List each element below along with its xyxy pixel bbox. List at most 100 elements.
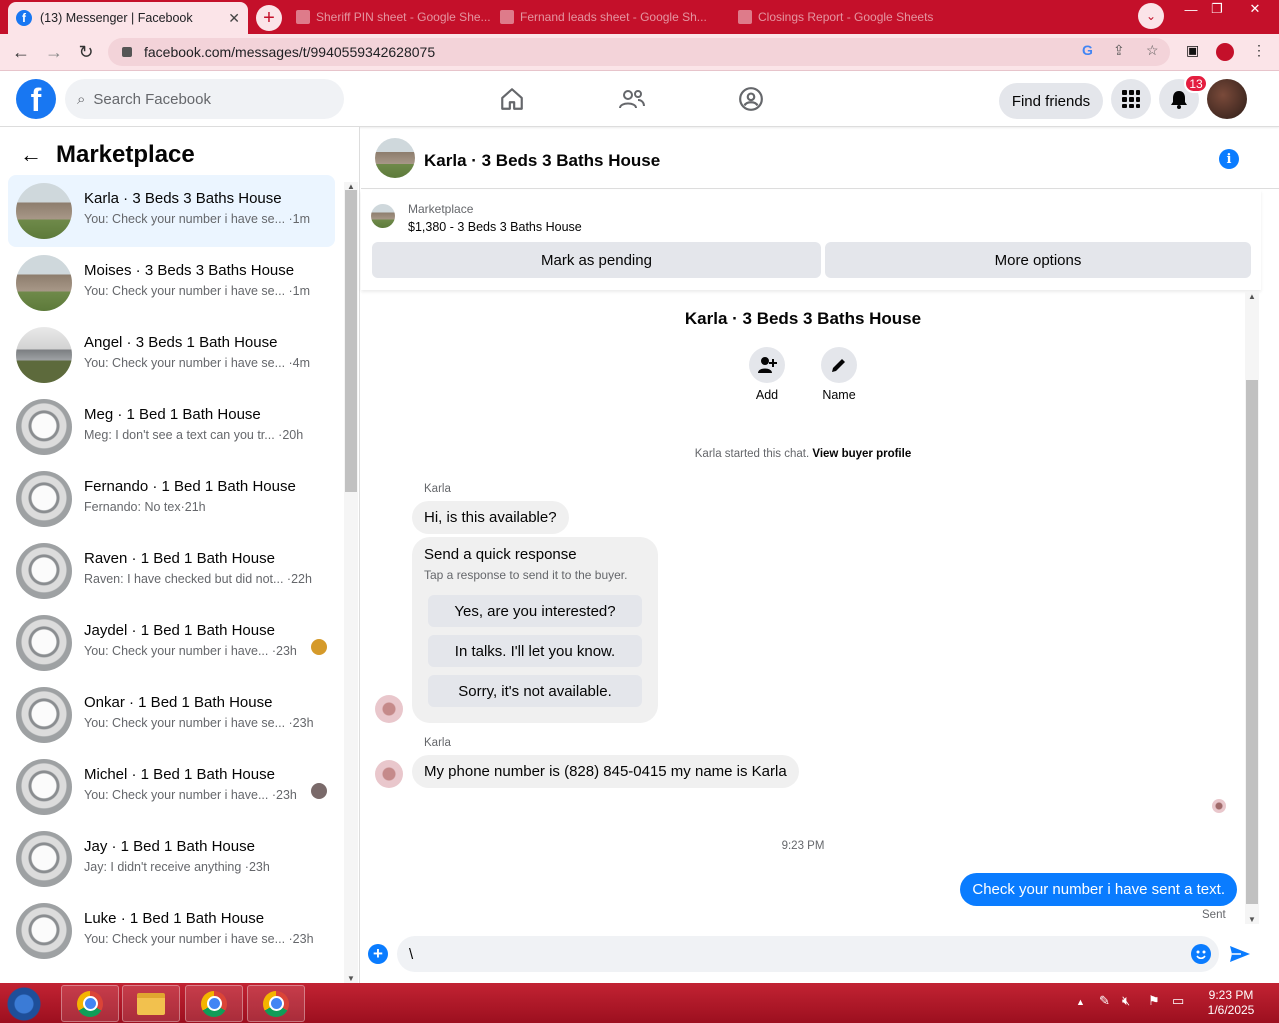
scroll-down-icon[interactable]: ▼ — [347, 974, 355, 983]
sender-name: Karla — [424, 483, 451, 495]
karla-avatar[interactable] — [375, 695, 403, 723]
conversation-name: Michel · 1 Bed 1 Bath House — [84, 766, 275, 783]
listing-price-title[interactable]: $1,380 - 3 Beds 3 Baths House — [408, 220, 582, 234]
close-window-button[interactable]: ✕ — [1238, 0, 1272, 18]
plus-icon[interactable]: + — [368, 944, 388, 964]
incoming-message[interactable]: My phone number is (828) 845-0415 my nam… — [412, 755, 799, 788]
tab-search-icon[interactable]: ⌄ — [1138, 3, 1164, 29]
kebab-menu-icon[interactable]: ⋮ — [1252, 42, 1266, 59]
conversation-thumbnail — [16, 327, 72, 383]
quick-response-subtitle: Tap a response to send it to the buyer. — [424, 568, 628, 582]
side-panel-icon[interactable]: ▣ — [1186, 42, 1199, 59]
taskbar-chrome-profile-app[interactable] — [247, 985, 305, 1022]
add-person-icon[interactable] — [749, 347, 785, 383]
scrollbar-thumb[interactable] — [345, 190, 357, 492]
mark-as-pending-button[interactable]: Mark as pending — [372, 242, 821, 278]
account-avatar[interactable] — [1207, 79, 1247, 119]
conversation-name: Raven · 1 Bed 1 Bath House — [84, 550, 275, 567]
search-icon: ⌕ — [77, 90, 86, 108]
conversation-thumbnail — [16, 759, 72, 815]
taskbar-clock[interactable]: 9:23 PM 1/6/2025 — [1196, 988, 1266, 1018]
taskbar-explorer-app[interactable] — [122, 985, 180, 1022]
quick-response-in-talks-button[interactable]: In talks. I'll let you know. — [428, 635, 642, 667]
taskbar-chrome-app[interactable] — [61, 985, 119, 1022]
conversation-item[interactable]: Angel · 3 Beds 1 Bath House You: Check yo… — [8, 319, 335, 391]
info-icon[interactable]: i — [1219, 149, 1239, 169]
conversation-item[interactable]: Jaydel · 1 Bed 1 Bath House You: Check yo… — [8, 607, 335, 679]
find-friends-button[interactable]: Find friends — [999, 83, 1103, 119]
conversation-title[interactable]: Karla · 3 Beds 3 Baths House — [424, 151, 660, 171]
scrollbar-thumb[interactable] — [1246, 380, 1258, 904]
forward-arrow-icon[interactable]: → — [43, 42, 65, 63]
scroll-up-icon[interactable]: ▲ — [1248, 292, 1256, 301]
conversation-item[interactable]: Karla · 3 Beds 3 Baths House You: Check y… — [8, 175, 335, 247]
scroll-down-icon[interactable]: ▼ — [1248, 915, 1256, 924]
quick-response-title: Send a quick response — [424, 546, 577, 563]
view-buyer-profile-link[interactable]: View buyer profile — [812, 448, 911, 460]
friends-icon[interactable] — [612, 83, 652, 115]
tab-messenger[interactable]: f (13) Messenger | Facebook ✕ — [8, 2, 248, 34]
menu-grid-icon[interactable] — [1111, 79, 1151, 119]
conversation-item[interactable]: Onkar · 1 Bed 1 Bath House You: Check you… — [8, 679, 335, 751]
outgoing-message[interactable]: Check your number i have sent a text. — [960, 873, 1237, 906]
conversation-name: Jaydel · 1 Bed 1 Bath House — [84, 622, 275, 639]
chrome-icon — [77, 990, 103, 1017]
tab-background-2[interactable]: Fernand leads sheet - Google Sh... — [500, 8, 707, 26]
karla-avatar[interactable] — [375, 760, 403, 788]
send-icon[interactable] — [1229, 944, 1251, 969]
chat-scrollbar[interactable]: ▲ ▼ — [1245, 292, 1259, 924]
name-label: Name — [822, 388, 856, 402]
google-icon[interactable]: G — [1082, 42, 1093, 58]
listing-avatar[interactable] — [375, 138, 415, 178]
conversation-item[interactable]: Meg · 1 Bed 1 Bath House Meg: I don't see… — [8, 391, 335, 463]
sidebar-scrollbar[interactable]: ▲ ▼ — [344, 182, 358, 983]
profile-icon[interactable] — [1216, 43, 1234, 61]
quick-response-yes-button[interactable]: Yes, are you interested? — [428, 595, 642, 627]
windows-start-icon[interactable] — [4, 985, 44, 1023]
taskbar-chrome-profile-app[interactable] — [185, 985, 243, 1022]
share-icon[interactable]: ⇪ — [1113, 42, 1125, 59]
conversation-name: Karla · 3 Beds 3 Baths House — [84, 190, 282, 207]
marketplace-listing-panel: Marketplace $1,380 - 3 Beds 3 Baths Hous… — [361, 190, 1261, 290]
conversation-item[interactable]: Jay · 1 Bed 1 Bath House Jay: I didn't re… — [8, 823, 335, 895]
conversation-thumbnail — [16, 615, 72, 671]
url-input[interactable]: facebook.com/messages/t/9940559342628075 — [108, 38, 1170, 66]
back-arrow-icon[interactable]: ← — [20, 142, 42, 168]
conversation-item[interactable]: Raven · 1 Bed 1 Bath House Raven: I have … — [8, 535, 335, 607]
new-tab-button[interactable]: + — [256, 5, 282, 31]
pen-icon[interactable]: ✎ — [1099, 993, 1110, 1009]
flag-icon[interactable]: ⚑ — [1148, 993, 1160, 1009]
conversation-name: Onkar · 1 Bed 1 Bath House — [84, 694, 273, 711]
conversation-item[interactable]: Luke · 1 Bed 1 Bath House You: Check your… — [8, 895, 335, 967]
quick-response-not-available-button[interactable]: Sorry, it's not available. — [428, 675, 642, 707]
volume-muted-icon[interactable]: 🔇︎ — [1122, 993, 1130, 1009]
incoming-message[interactable]: Hi, is this available? — [412, 501, 569, 534]
conversation-snippet: You: Check your number i have se... ·4m — [84, 356, 311, 370]
restore-button[interactable]: ❐ — [1202, 0, 1232, 18]
reload-icon[interactable]: ↻ — [75, 42, 97, 63]
back-arrow-icon[interactable]: ← — [10, 42, 32, 63]
conversation-item[interactable]: Fernando · 1 Bed 1 Bath House Fernando: N… — [8, 463, 335, 535]
listing-thumbnail[interactable] — [371, 204, 395, 228]
emoji-icon[interactable] — [1191, 944, 1211, 964]
message-input[interactable] — [397, 936, 1219, 972]
pencil-icon[interactable] — [821, 347, 857, 383]
conversation-item[interactable]: Michel · 1 Bed 1 Bath House You: Check yo… — [8, 751, 335, 823]
sheets-favicon-icon — [296, 10, 310, 24]
conversation-header: Karla · 3 Beds 3 Baths House i — [361, 127, 1279, 189]
tray-expand-icon[interactable]: ▲ — [1076, 997, 1085, 1007]
tab-close-icon[interactable]: ✕ — [228, 10, 240, 27]
conversation-name: Meg · 1 Bed 1 Bath House — [84, 406, 261, 423]
time-separator: 9:23 PM — [781, 840, 825, 852]
sidebar-title: Marketplace — [56, 141, 195, 168]
bookmark-star-icon[interactable]: ☆ — [1146, 42, 1159, 59]
conversation-item[interactable]: Moises · 3 Beds 3 Baths House You: Check … — [8, 247, 335, 319]
home-icon[interactable] — [492, 83, 532, 115]
facebook-search-input[interactable]: ⌕ Search Facebook — [65, 79, 344, 119]
facebook-logo-icon[interactable]: f — [16, 79, 56, 119]
tab-background-1[interactable]: Sheriff PIN sheet - Google She... — [296, 8, 491, 26]
network-icon[interactable]: ▭ — [1172, 993, 1184, 1009]
tab-background-3[interactable]: Closings Report - Google Sheets — [738, 8, 933, 26]
more-options-button[interactable]: More options — [825, 242, 1251, 278]
groups-icon[interactable] — [731, 83, 771, 115]
